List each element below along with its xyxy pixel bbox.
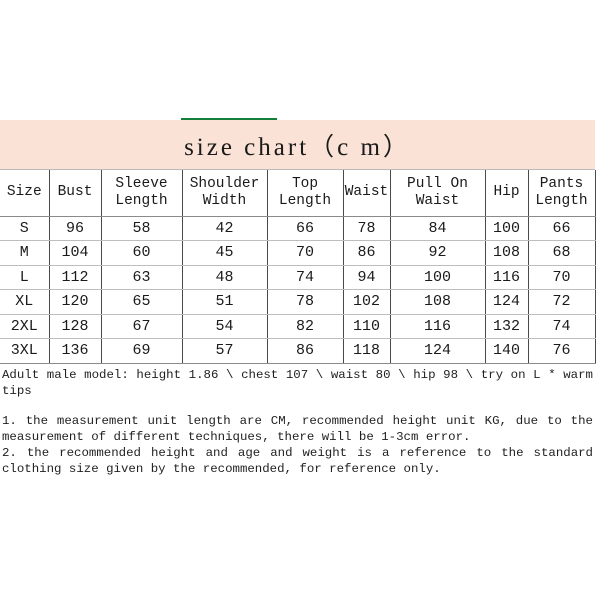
size-chart-page: size chart（c m） Size Bust Sleeve Length …	[0, 0, 600, 600]
cell-size: 3XL	[0, 338, 50, 364]
cell-size: XL	[0, 289, 50, 315]
cell-pull-on-waist: 92	[390, 240, 486, 266]
accent-rule-container	[0, 118, 600, 120]
cell-top-length: 82	[267, 314, 344, 339]
cell-hip: 132	[485, 314, 529, 339]
cell-sleeve-length: 65	[101, 289, 183, 315]
column-header-size-line1: Size	[6, 184, 42, 201]
cell-bust: 136	[49, 338, 102, 364]
table-header: Size Bust Sleeve Length Shoulder Width T…	[0, 170, 596, 217]
cell-pull-on-waist: 108	[390, 289, 486, 315]
title-banner: size chart（c m）	[0, 120, 595, 170]
cell-hip: 140	[485, 338, 529, 364]
column-header-top-length-line2: Length	[278, 192, 332, 209]
table-row: M 104 60 45 70 86 92 108 68	[0, 240, 596, 266]
bottom-whitespace	[0, 476, 600, 577]
cell-waist: 118	[343, 338, 391, 364]
column-header-waist-line1: Waist	[344, 184, 389, 201]
column-header-pants-length-line1: Pants	[539, 175, 584, 192]
column-header-sleeve-length-line2: Length	[115, 192, 168, 209]
cell-hip: 116	[485, 265, 529, 290]
column-header-hip-line1: Hip	[493, 184, 520, 201]
cell-top-length: 66	[267, 216, 344, 241]
column-header-waist: Waist	[343, 170, 391, 217]
cell-shoulder-width: 54	[182, 314, 268, 339]
cell-sleeve-length: 69	[101, 338, 183, 364]
cell-sleeve-length: 63	[101, 265, 183, 290]
cell-bust: 120	[49, 289, 102, 315]
cell-bust: 104	[49, 240, 102, 266]
cell-waist: 110	[343, 314, 391, 339]
table-row: XL 120 65 51 78 102 108 124 72	[0, 289, 596, 315]
cell-sleeve-length: 60	[101, 240, 183, 266]
column-header-pull-on-waist-line2: Waist	[415, 192, 460, 209]
table-body: S 96 58 42 66 78 84 100 66 M 104 60 45 7…	[0, 216, 596, 364]
cell-pants-length: 72	[528, 289, 596, 315]
column-header-size: Size	[0, 170, 50, 217]
cell-bust: 128	[49, 314, 102, 339]
cell-sleeve-length: 58	[101, 216, 183, 241]
page-title: size chart（c m）	[184, 133, 411, 161]
size-chart-table: Size Bust Sleeve Length Shoulder Width T…	[0, 170, 596, 364]
cell-pull-on-waist: 124	[390, 338, 486, 364]
table-row: L 112 63 48 74 94 100 116 70	[0, 265, 596, 290]
table-header-row: Size Bust Sleeve Length Shoulder Width T…	[0, 170, 596, 217]
column-header-top-length-line1: Top	[291, 175, 319, 192]
cell-waist: 102	[343, 289, 391, 315]
top-whitespace	[0, 0, 600, 118]
cell-shoulder-width: 48	[182, 265, 268, 290]
cell-shoulder-width: 42	[182, 216, 268, 241]
cell-top-length: 86	[267, 338, 344, 364]
column-header-sleeve-length-line1: Sleeve	[115, 175, 168, 192]
cell-top-length: 70	[267, 240, 344, 266]
column-header-pull-on-waist: Pull On Waist	[390, 170, 486, 217]
cell-sleeve-length: 67	[101, 314, 183, 339]
column-header-shoulder-width-line2: Width	[202, 192, 247, 209]
green-accent-line	[181, 118, 277, 120]
cell-pull-on-waist: 84	[390, 216, 486, 241]
cell-pants-length: 70	[528, 265, 596, 290]
note-item-1: 1. the measurement unit length are CM, r…	[2, 413, 593, 444]
cell-shoulder-width: 45	[182, 240, 268, 266]
column-header-pants-length-line2: Length	[535, 192, 588, 209]
table-row: S 96 58 42 66 78 84 100 66	[0, 216, 596, 241]
cell-pull-on-waist: 116	[390, 314, 486, 339]
column-header-sleeve-length: Sleeve Length	[101, 170, 183, 217]
column-header-pants-length: Pants Length	[528, 170, 596, 217]
note-item-2: 2. the recommended height and age and we…	[2, 445, 593, 476]
model-note: Adult male model: height 1.86 \ chest 10…	[2, 367, 593, 398]
column-header-pull-on-waist-line1: Pull On	[407, 175, 468, 192]
cell-shoulder-width: 51	[182, 289, 268, 315]
cell-pull-on-waist: 100	[390, 265, 486, 290]
cell-size: M	[0, 240, 50, 266]
cell-pants-length: 66	[528, 216, 596, 241]
cell-hip: 124	[485, 289, 529, 315]
cell-pants-length: 76	[528, 338, 596, 364]
column-header-top-length: Top Length	[267, 170, 344, 217]
cell-top-length: 74	[267, 265, 344, 290]
cell-size: L	[0, 265, 50, 290]
cell-pants-length: 74	[528, 314, 596, 339]
column-header-hip: Hip	[485, 170, 529, 217]
table-row: 3XL 136 69 57 86 118 124 140 76	[0, 338, 596, 364]
cell-hip: 100	[485, 216, 529, 241]
cell-pants-length: 68	[528, 240, 596, 266]
cell-shoulder-width: 57	[182, 338, 268, 364]
column-header-bust-line1: Bust	[57, 184, 93, 201]
cell-waist: 94	[343, 265, 391, 290]
cell-size: S	[0, 216, 50, 241]
column-header-shoulder-width-line1: Shoulder	[189, 175, 260, 192]
notes-section: Adult male model: height 1.86 \ chest 10…	[0, 364, 595, 477]
cell-top-length: 78	[267, 289, 344, 315]
cell-waist: 86	[343, 240, 391, 266]
cell-bust: 112	[49, 265, 102, 290]
column-header-bust: Bust	[49, 170, 102, 217]
cell-bust: 96	[49, 216, 102, 241]
table-row: 2XL 128 67 54 82 110 116 132 74	[0, 314, 596, 339]
cell-hip: 108	[485, 240, 529, 266]
column-header-shoulder-width: Shoulder Width	[182, 170, 268, 217]
cell-waist: 78	[343, 216, 391, 241]
cell-size: 2XL	[0, 314, 50, 339]
